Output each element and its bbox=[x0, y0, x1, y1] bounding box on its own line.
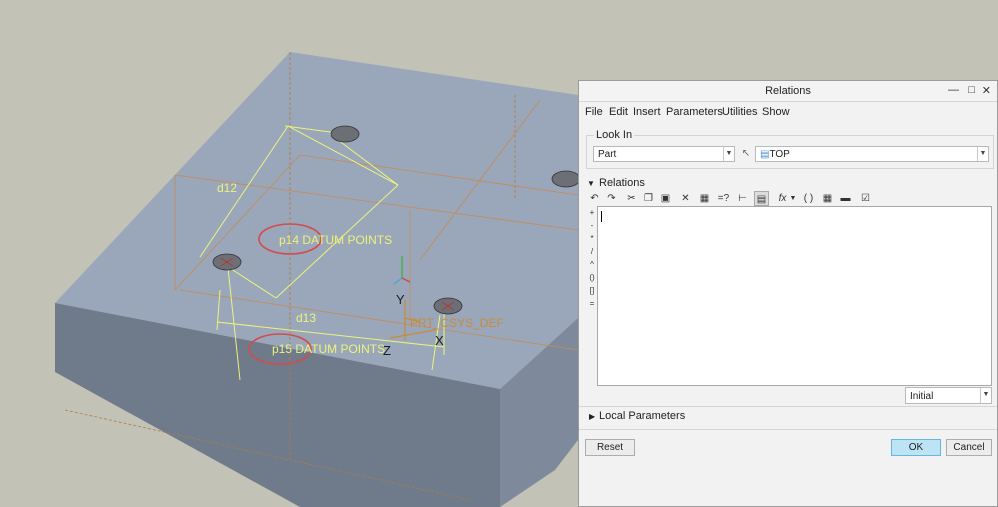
dialog-title: Relations bbox=[765, 85, 811, 97]
cut-icon[interactable]: ✂ bbox=[624, 191, 639, 206]
dimension-d12[interactable]: d12 bbox=[217, 181, 237, 195]
look-in-label: Look In bbox=[594, 129, 635, 141]
select-arrow-icon[interactable]: ↖ bbox=[739, 146, 753, 162]
operator-minus[interactable]: - bbox=[587, 221, 597, 230]
sort-icon[interactable]: ▬ bbox=[838, 191, 853, 206]
function-icon[interactable]: fx bbox=[775, 191, 790, 206]
close-icon[interactable]: ✕ bbox=[982, 84, 991, 97]
verify-icon[interactable]: ▦ bbox=[820, 191, 835, 206]
axis-label-x: X bbox=[435, 333, 444, 348]
menu-bar: File Edit Insert Parameters Utilities Sh… bbox=[579, 102, 997, 120]
reset-button[interactable]: Reset bbox=[585, 439, 635, 456]
execute-icon[interactable]: ☑ bbox=[858, 191, 873, 206]
evaluate-icon[interactable]: =? bbox=[716, 191, 731, 206]
csys-label[interactable]: PRT_CSYS_DEF bbox=[410, 316, 504, 330]
dialog-titlebar[interactable]: Relations — □ ✕ bbox=[579, 81, 997, 102]
menu-utilities[interactable]: Utilities bbox=[722, 106, 757, 118]
operator-power[interactable]: ^ bbox=[587, 260, 597, 269]
look-in-object-value: ▤TOP bbox=[760, 149, 790, 160]
menu-edit[interactable]: Edit bbox=[609, 106, 628, 118]
hole-1 bbox=[330, 125, 360, 143]
divider bbox=[579, 406, 997, 407]
operator-plus[interactable]: + bbox=[587, 208, 597, 217]
cancel-button[interactable]: Cancel bbox=[946, 439, 992, 456]
ok-button[interactable]: OK bbox=[891, 439, 941, 456]
look-in-type-value: Part bbox=[598, 149, 617, 160]
collapse-relations-icon[interactable]: ▼ bbox=[587, 179, 595, 188]
undo-icon[interactable]: ↶ bbox=[587, 191, 602, 206]
delete-icon[interactable]: ✕ bbox=[678, 191, 693, 206]
initial-select[interactable]: Initial ▼ bbox=[905, 387, 992, 404]
paste-icon[interactable]: ▣ bbox=[658, 191, 673, 206]
menu-show[interactable]: Show bbox=[762, 106, 790, 118]
chevron-down-icon[interactable]: ▼ bbox=[789, 191, 797, 206]
look-in-object-select[interactable]: ▤TOP ▼ bbox=[755, 146, 989, 162]
maximize-icon[interactable]: □ bbox=[968, 84, 975, 96]
relations-section-label[interactable]: Relations bbox=[599, 177, 645, 189]
label-p15-datum-points[interactable]: p15 DATUM POINTS bbox=[272, 342, 385, 356]
switch-dims-icon[interactable]: ▦ bbox=[697, 191, 712, 206]
local-parameters-label[interactable]: Local Parameters bbox=[599, 410, 685, 422]
initial-select-value: Initial bbox=[910, 391, 934, 402]
redo-icon[interactable]: ↷ bbox=[604, 191, 619, 206]
operator-multiply[interactable]: * bbox=[587, 234, 597, 243]
dimension-d13[interactable]: d13 bbox=[296, 311, 316, 325]
units-icon[interactable]: ▤ bbox=[754, 191, 769, 206]
insert-parameter-icon[interactable]: ⊢ bbox=[735, 191, 750, 206]
operator-parentheses[interactable]: () bbox=[587, 273, 597, 282]
relations-dialog: Relations — □ ✕ File Edit Insert Paramet… bbox=[578, 80, 998, 507]
chevron-down-icon: ▼ bbox=[977, 147, 988, 161]
menu-parameters[interactable]: Parameters bbox=[666, 106, 723, 118]
look-in-group: Look In Part ▼ ↖ ▤TOP ▼ bbox=[586, 129, 994, 169]
operator-equals[interactable]: = bbox=[587, 299, 597, 308]
menu-insert[interactable]: Insert bbox=[633, 106, 661, 118]
axis-label-y: Y bbox=[396, 292, 405, 307]
relations-editor[interactable] bbox=[597, 206, 992, 386]
look-in-type-select[interactable]: Part ▼ bbox=[593, 146, 735, 162]
text-caret bbox=[601, 211, 602, 222]
axis-label-z: Z bbox=[383, 343, 391, 358]
chevron-down-icon: ▼ bbox=[723, 147, 734, 161]
copy-icon[interactable]: ❐ bbox=[641, 191, 656, 206]
operator-brackets[interactable]: [] bbox=[587, 286, 597, 295]
operator-divide[interactable]: / bbox=[587, 247, 597, 256]
minimize-icon[interactable]: — bbox=[948, 84, 959, 96]
hole-4 bbox=[551, 170, 581, 188]
divider bbox=[579, 429, 997, 430]
parentheses-icon[interactable]: ( ) bbox=[801, 191, 816, 206]
expand-local-parameters-icon[interactable]: ▶ bbox=[589, 412, 595, 421]
menu-file[interactable]: File bbox=[585, 106, 603, 118]
chevron-down-icon: ▼ bbox=[980, 388, 991, 403]
label-p14-datum-points[interactable]: p14 DATUM POINTS bbox=[279, 233, 392, 247]
